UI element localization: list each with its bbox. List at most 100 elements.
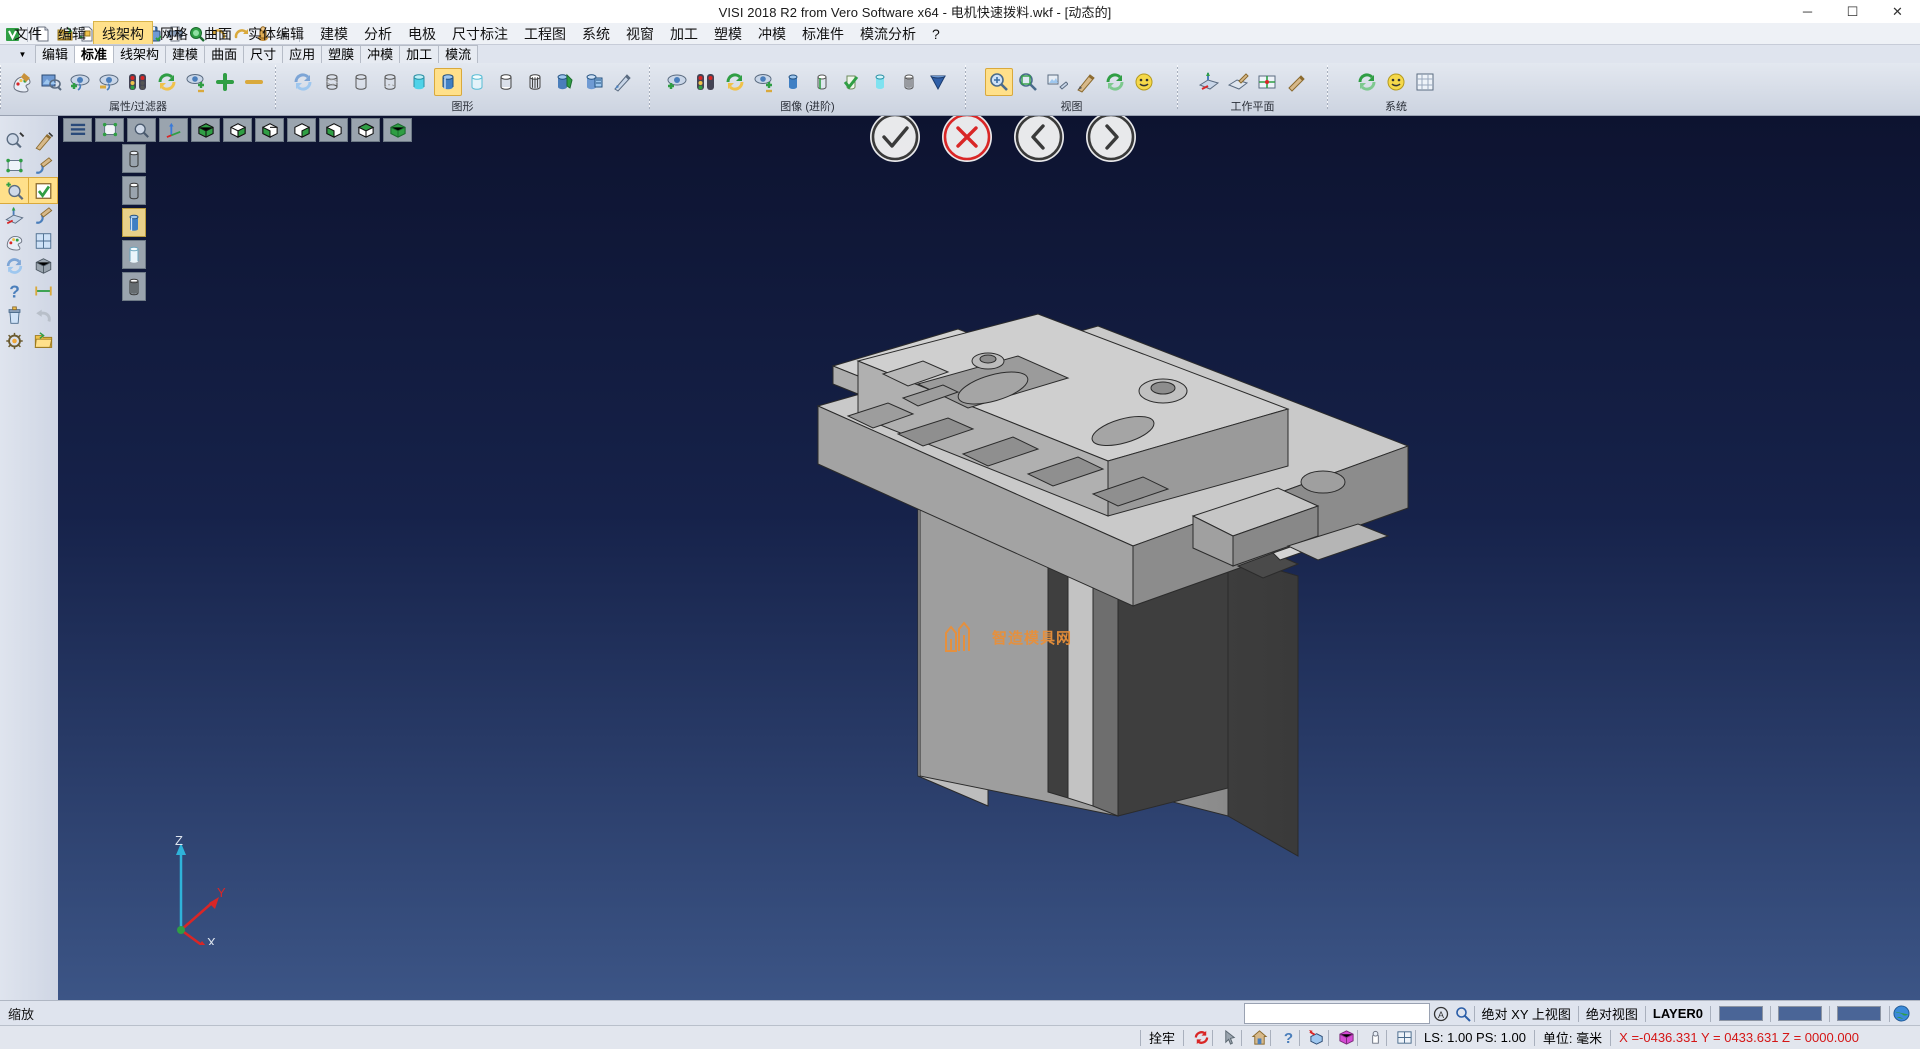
adv-cyl1-icon[interactable] [779, 68, 807, 96]
add-layer-icon[interactable] [211, 68, 239, 96]
redraw-icon[interactable] [289, 68, 317, 96]
menu-item-analysis[interactable]: 分析 [356, 22, 400, 46]
adv-cone-icon[interactable] [924, 68, 952, 96]
wireframe-icon[interactable] [318, 68, 346, 96]
view-std-icon[interactable] [1043, 68, 1071, 96]
section-icon[interactable] [550, 68, 578, 96]
tab-machining[interactable]: 加工 [400, 45, 439, 64]
color-swatch[interactable] [1778, 1006, 1822, 1021]
undo-icon[interactable] [29, 303, 57, 328]
workplane-edit-icon[interactable] [1224, 68, 1252, 96]
dynamic-icon[interactable] [608, 68, 636, 96]
zoom-all-icon[interactable] [1014, 68, 1042, 96]
menu-item-die[interactable]: 冲模 [750, 22, 794, 46]
color-swatch[interactable] [1719, 1006, 1763, 1021]
absolute-view-label[interactable]: 绝对视图 [1579, 1001, 1645, 1026]
delete-trash-icon[interactable] [0, 303, 28, 328]
workplane-xy-icon[interactable] [1253, 68, 1281, 96]
menu-item-mould[interactable]: 塑模 [706, 22, 750, 46]
zoom-select-icon[interactable] [0, 128, 28, 153]
tab-modeling[interactable]: 建模 [166, 45, 205, 64]
menu-item-mesh[interactable]: 网格 [152, 22, 196, 46]
tab-mould[interactable]: 塑膜 [322, 45, 361, 64]
draw-line-icon[interactable] [29, 128, 57, 153]
workplane-new-icon[interactable] [1195, 68, 1223, 96]
menu-item-flow-analysis[interactable]: 模流分析 [852, 22, 924, 46]
menu-item-electrode[interactable]: 电极 [400, 22, 444, 46]
open-folder-icon[interactable] [29, 328, 57, 353]
tab-die[interactable]: 冲模 [361, 45, 400, 64]
tab-surface[interactable]: 曲面 [205, 45, 244, 64]
adv-cyl2-icon[interactable] [808, 68, 836, 96]
confirm-check-icon[interactable] [29, 178, 57, 203]
zoom-fit-icon[interactable] [0, 153, 28, 178]
workplane-icon[interactable] [0, 203, 28, 228]
menu-item-drawing[interactable]: 工程图 [516, 22, 574, 46]
shape-icon[interactable] [1364, 1028, 1386, 1048]
explode-icon[interactable] [1306, 1028, 1328, 1048]
window-icon[interactable] [29, 228, 57, 253]
settings-gear-icon[interactable] [0, 328, 28, 353]
remove-layer-icon[interactable] [240, 68, 268, 96]
close-button[interactable]: ✕ [1875, 0, 1920, 23]
snap-refresh-icon[interactable] [1190, 1028, 1212, 1048]
measure-ruler-icon[interactable] [29, 278, 57, 303]
show-entity-icon[interactable] [66, 68, 94, 96]
adv-recycle-icon[interactable] [721, 68, 749, 96]
menu-item-solid-edit[interactable]: 实体编辑 [240, 22, 312, 46]
pick-icon[interactable] [1219, 1028, 1241, 1048]
help-icon[interactable]: ? [0, 278, 28, 303]
tab-standard[interactable]: 标准 [75, 45, 114, 64]
maximize-button[interactable]: ☐ [1830, 0, 1875, 23]
clip-icon[interactable] [579, 68, 607, 96]
menu-item-file[interactable]: 文件 [6, 22, 50, 46]
workplane-origin-icon[interactable] [1282, 68, 1310, 96]
attributes-icon[interactable] [0, 228, 28, 253]
adv-traffic-icon[interactable] [692, 68, 720, 96]
hidden-dashed-icon[interactable] [376, 68, 404, 96]
attributes-icon[interactable] [8, 68, 36, 96]
menu-item-surface[interactable]: 曲面 [196, 22, 240, 46]
modify-icon[interactable] [29, 203, 57, 228]
menu-item-wireframe[interactable]: 线架构 [94, 22, 152, 46]
annotation-icon[interactable]: A [1430, 1004, 1452, 1024]
zoom-window-icon[interactable] [985, 68, 1013, 96]
menu-item-system[interactable]: 系统 [574, 22, 618, 46]
adv-cyl4-icon[interactable] [895, 68, 923, 96]
menu-item-dimension[interactable]: 尺寸标注 [444, 22, 516, 46]
adv-check-icon[interactable] [837, 68, 865, 96]
tab-edit[interactable]: 编辑 [35, 45, 75, 64]
rotate-view-icon[interactable] [1072, 68, 1100, 96]
lock-label[interactable]: 拴牢 [1141, 1026, 1183, 1049]
filter-icon[interactable] [37, 68, 65, 96]
layer-label[interactable]: LAYER0 [1646, 1001, 1710, 1026]
tab-application[interactable]: 应用 [283, 45, 322, 64]
menu-item-window[interactable]: 视窗 [618, 22, 662, 46]
help-icon[interactable]: ? [1277, 1028, 1299, 1048]
minimize-button[interactable]: ─ [1785, 0, 1830, 23]
edit-curve-icon[interactable] [29, 153, 57, 178]
menu-item-edit[interactable]: 编辑 [50, 22, 94, 46]
hide-entity-icon[interactable] [95, 68, 123, 96]
search-icon[interactable] [1452, 1004, 1474, 1024]
hidden-line-icon[interactable] [347, 68, 375, 96]
zoom-in-icon[interactable] [0, 178, 28, 203]
tab-dimension[interactable]: 尺寸 [244, 45, 283, 64]
adv-eyepm-icon[interactable] [750, 68, 778, 96]
window-split-icon[interactable] [1393, 1028, 1415, 1048]
menu-item-machining[interactable]: 加工 [662, 22, 706, 46]
cube-magenta-icon[interactable] [1335, 1028, 1357, 1048]
globe-icon[interactable] [1890, 1004, 1912, 1024]
view-mode-label[interactable]: 绝对 XY 上视图 [1475, 1001, 1578, 1026]
home-icon[interactable] [1248, 1028, 1270, 1048]
menu-item-standard-parts[interactable]: 标准件 [794, 22, 852, 46]
system-grid-icon[interactable] [1411, 68, 1439, 96]
refresh-icon[interactable] [0, 253, 28, 278]
system-calc-icon[interactable] [1382, 68, 1410, 96]
menu-item-modeling[interactable]: 建模 [312, 22, 356, 46]
adv-cyl3-icon[interactable] [866, 68, 894, 96]
chevron-down-icon[interactable]: ▼ [14, 46, 31, 63]
outline-icon[interactable] [492, 68, 520, 96]
refresh-view-icon[interactable] [153, 68, 181, 96]
traffic-light-icon[interactable] [124, 68, 152, 96]
